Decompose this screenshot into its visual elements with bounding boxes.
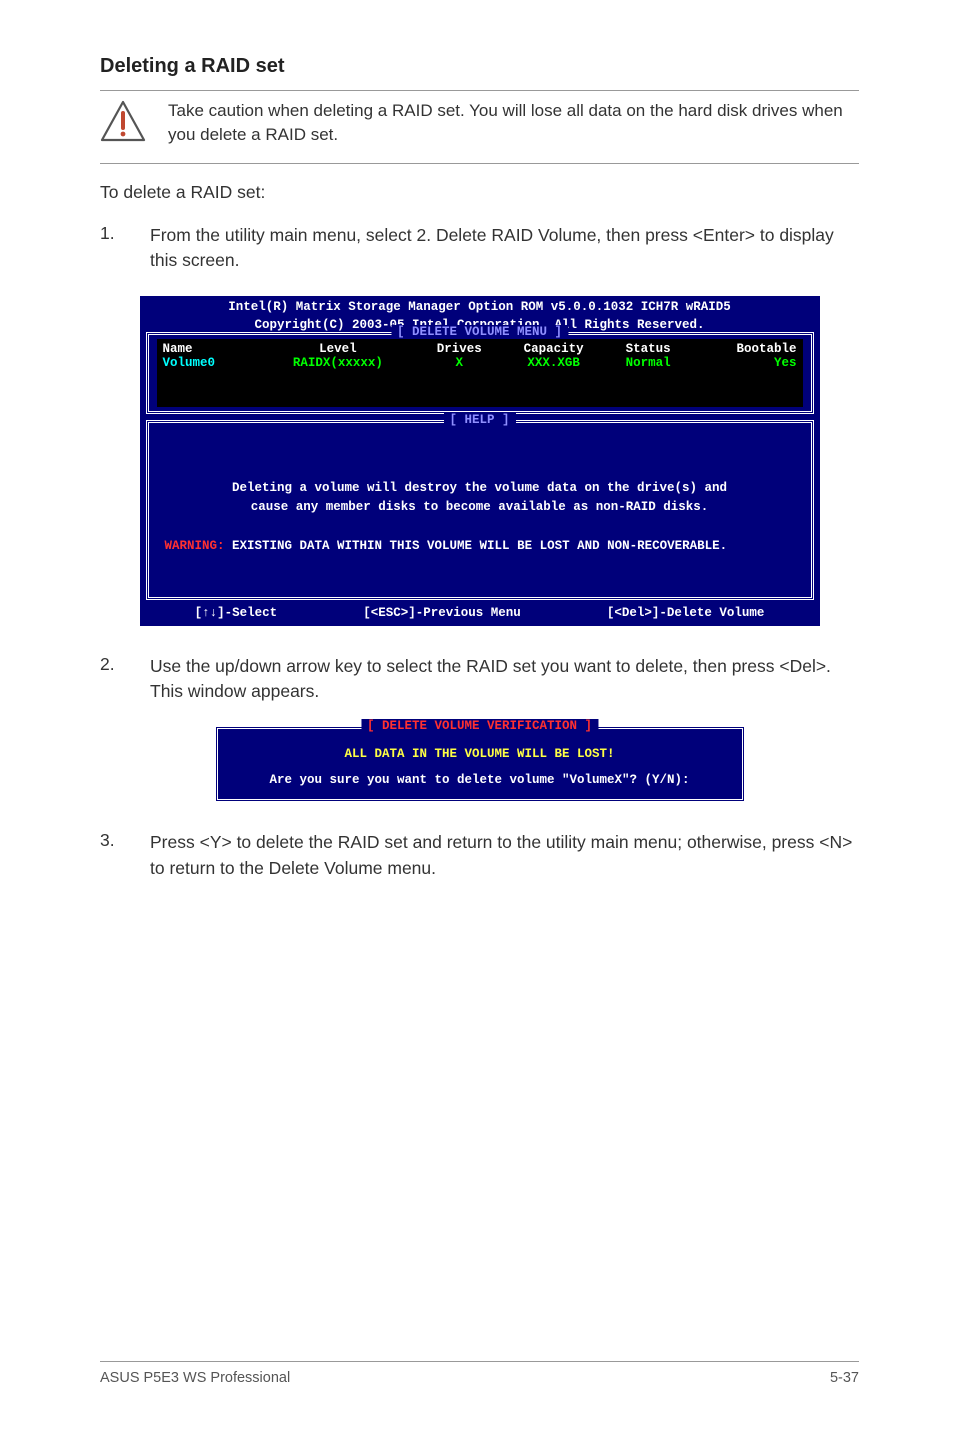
section-label: [ HELP ] [443,413,515,427]
cell-capacity: XXX.XGB [500,356,608,370]
col-level: Level [257,342,419,356]
step-2: 2. Use the up/down arrow key to select t… [100,654,859,705]
col-bootable: Bootable [689,342,797,356]
step-3: 3. Press <Y> to delete the RAID set and … [100,830,859,881]
warning-text: EXISTING DATA WITHIN THIS VOLUME WILL BE… [225,539,728,553]
step-1: 1. From the utility main menu, select 2.… [100,223,859,274]
col-drives: Drives [419,342,500,356]
help-line-2: cause any member disks to become availab… [159,498,801,517]
key-delete: [<Del>]-Delete Volume [607,606,765,620]
divider [100,163,859,164]
dialog-title: [ DELETE VOLUME VERIFICATION ] [361,719,598,733]
col-name: Name [163,342,257,356]
step-number: 1. [100,223,118,274]
cell-bootable: Yes [689,356,797,370]
cell-level: RAIDX(xxxxx) [257,356,419,370]
col-status: Status [608,342,689,356]
footer-left: ASUS P5E3 WS Professional [100,1370,290,1386]
help-box: [ HELP ] Deleting a volume will destroy … [146,420,814,600]
table-header-row: Name Level Drives Capacity Status Bootab… [163,342,797,356]
warning-label: WARNING: [165,539,225,553]
delete-verification-dialog: [ DELETE VOLUME VERIFICATION ] ALL DATA … [215,726,745,802]
bios-screenshot: Intel(R) Matrix Storage Manager Option R… [140,296,820,626]
page-footer: ASUS P5E3 WS Professional 5-37 [100,1361,859,1386]
dialog-warning: ALL DATA IN THE VOLUME WILL BE LOST! [232,747,728,761]
volume-table: Name Level Drives Capacity Status Bootab… [163,342,797,370]
step-text: From the utility main menu, select 2. De… [150,223,859,274]
bios-title-1: Intel(R) Matrix Storage Manager Option R… [140,296,820,314]
caution-text: Take caution when deleting a RAID set. Y… [168,99,859,147]
cell-name: Volume0 [163,356,257,370]
warning-icon [100,99,146,145]
warning-line: WARNING: EXISTING DATA WITHIN THIS VOLUM… [159,539,801,553]
dialog-prompt: Are you sure you want to delete volume "… [232,773,728,787]
dialog-box: [ DELETE VOLUME VERIFICATION ] ALL DATA … [215,726,745,802]
table-row[interactable]: Volume0 RAIDX(xxxxx) X XXX.XGB Normal Ye… [163,356,797,370]
help-line-1: Deleting a volume will destroy the volum… [159,479,801,498]
page-title: Deleting a RAID set [100,55,859,78]
step-number: 2. [100,654,118,705]
section-label: [ DELETE VOLUME MENU ] [391,325,568,339]
key-select: [↑↓]-Select [195,606,278,620]
cell-drives: X [419,356,500,370]
footer-page-number: 5-37 [830,1370,859,1386]
black-panel: Name Level Drives Capacity Status Bootab… [157,339,803,407]
caution-box: Take caution when deleting a RAID set. Y… [100,99,859,155]
step-number: 3. [100,830,118,881]
bios-footer: [↑↓]-Select [<ESC>]-Previous Menu [<Del>… [140,600,820,626]
step-text: Press <Y> to delete the RAID set and ret… [150,830,859,881]
col-capacity: Capacity [500,342,608,356]
step-text: Use the up/down arrow key to select the … [150,654,859,705]
delete-volume-menu-box: [ DELETE VOLUME MENU ] Name Level Drives… [146,332,814,414]
intro-text: To delete a RAID set: [100,180,859,205]
divider [100,90,859,91]
cell-status: Normal [608,356,689,370]
help-text: Deleting a volume will destroy the volum… [159,479,801,518]
key-previous: [<ESC>]-Previous Menu [363,606,521,620]
